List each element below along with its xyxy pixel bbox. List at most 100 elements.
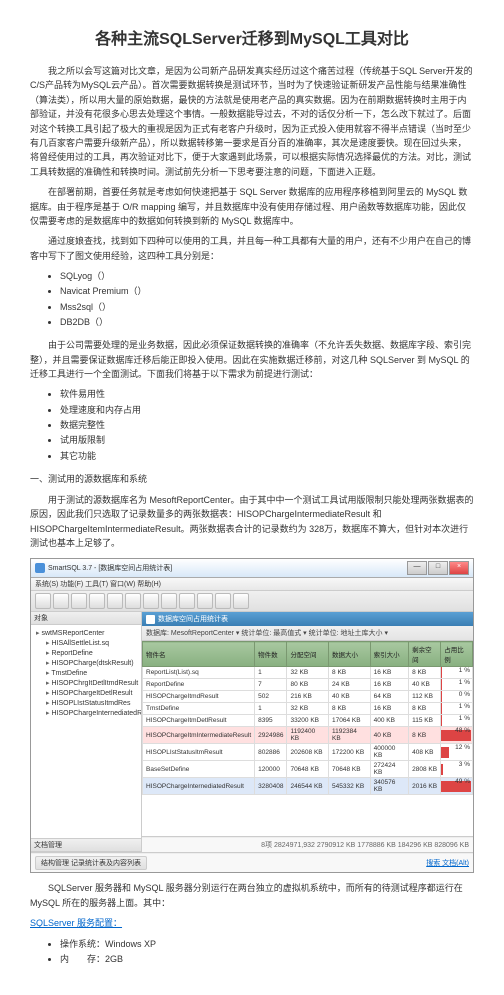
tree-item[interactable]: ReportDefine [34, 648, 138, 658]
list-item: 内 存：2GB [60, 952, 474, 967]
table-cell: 120000 [255, 761, 287, 778]
table-cell: 70648 KB [287, 761, 329, 778]
table-cell: HISOPChargeItmdResult [143, 691, 255, 703]
list-item: SQLyog（） [60, 269, 474, 284]
tree-item[interactable]: HISAllSettleList.sq [34, 638, 138, 648]
table-cell: 8 KB [409, 727, 441, 744]
search-link[interactable]: 搜索 文档(Alt) [426, 858, 469, 868]
table-cell: 2924986 [255, 727, 287, 744]
table-row[interactable]: ReportDefine780 KB24 KB16 KB40 KB1 % [143, 679, 473, 691]
column-header[interactable]: 物件数 [255, 642, 287, 667]
toolbar [31, 591, 473, 612]
table-cell: 502 [255, 691, 287, 703]
toolbar-button[interactable] [35, 593, 51, 609]
paragraph: 由于公司需要处理的是业务数据，因此必须保证数据转换的准确率（不允许丢失数据、数据… [30, 338, 474, 381]
config-heading: SQLServer 服务配置： [30, 916, 474, 930]
column-header[interactable]: 物件名 [143, 642, 255, 667]
table-row[interactable]: BaseSetDefine12000070648 KB70648 KB27242… [143, 761, 473, 778]
table-cell: ReportDefine [143, 679, 255, 691]
config-list: 操作系统：Windows XP内 存：2GB [60, 937, 474, 968]
tree-item[interactable]: HISOPCharge(dtskResult) [34, 658, 138, 668]
column-header[interactable]: 数据大小 [329, 642, 371, 667]
table-row[interactable]: ReportList(List).sq132 KB8 KB16 KB8 KB1 … [143, 667, 473, 679]
table-cell: 8 KB [409, 703, 441, 715]
table-cell: 8 KB [329, 667, 371, 679]
table-row[interactable]: HISOPChargeItmdResult502216 KB40 KB64 KB… [143, 691, 473, 703]
table-cell: 1192384 KB [329, 727, 371, 744]
table-cell: 1 [255, 703, 287, 715]
column-header[interactable]: 索引大小 [370, 642, 408, 667]
toolbar-button[interactable] [197, 593, 213, 609]
minimize-button[interactable]: — [407, 561, 427, 575]
paragraph: 在部署前期，首要任务就是考虑如何快速把基于 SQL Server 数据库的应用程… [30, 185, 474, 228]
list-item: 软件易用性 [60, 387, 474, 402]
table-cell: 1 % [441, 715, 473, 727]
tree-item[interactable]: HISOPChargeInternediatedResult [34, 708, 138, 718]
table-cell: 246544 KB [287, 778, 329, 795]
table-cell: HISOPChargeItmDetlResult [143, 715, 255, 727]
table-cell: 400 KB [370, 715, 408, 727]
tree-item[interactable]: TmstDefine [34, 668, 138, 678]
tree-item[interactable]: HISOPChrgItDetlItmdResult [34, 678, 138, 688]
table-cell: HISOPLIstStatusItmResult [143, 744, 255, 761]
table-cell: 24 KB [329, 679, 371, 691]
table-cell: 32 KB [287, 703, 329, 715]
table-cell: 202608 KB [287, 744, 329, 761]
column-header[interactable]: 剩余空间 [409, 642, 441, 667]
active-tab[interactable]: 数据库空间占用统计表 [158, 614, 228, 624]
toolbar-button[interactable] [125, 593, 141, 609]
table-row[interactable]: HISOPChargeInternediatedResult3280408246… [143, 778, 473, 795]
toolbar-button[interactable] [107, 593, 123, 609]
toolbar-button[interactable] [71, 593, 87, 609]
table-row[interactable]: HISOPLIstStatusItmResult802886202608 KB1… [143, 744, 473, 761]
status-button[interactable]: 结构管理 记录统计表及内容列表 [35, 856, 147, 870]
paragraph: 通过度娘查找，找到如下四种可以使用的工具，并且每一种工具都有大量的用户，还有不少… [30, 234, 474, 263]
table-cell: 0 % [441, 691, 473, 703]
table-cell: 49 % [441, 778, 473, 795]
table-row[interactable]: HISOPChargeItmIntermediateResult29249861… [143, 727, 473, 744]
table-cell: 80 KB [287, 679, 329, 691]
table-cell: 400000 KB [370, 744, 408, 761]
maximize-button[interactable]: □ [428, 561, 448, 575]
table-cell: 216 KB [287, 691, 329, 703]
list-item: 操作系统：Windows XP [60, 937, 474, 952]
table-cell: 2808 KB [409, 761, 441, 778]
paragraph: 我之所以会写这篇对比文章，是因为公司新产品研发真实经历过这个痛苦过程（传统基于S… [30, 64, 474, 179]
table-cell: 16 KB [370, 667, 408, 679]
object-tree[interactable]: swtMSReportCenter HISAllSettleList.sqRep… [31, 625, 141, 838]
close-button[interactable]: × [449, 561, 469, 575]
table-cell: 1 % [441, 667, 473, 679]
toolbar-button[interactable] [161, 593, 177, 609]
toolbar-button[interactable] [233, 593, 249, 609]
data-grid[interactable]: 物件名物件数分配空间数据大小索引大小剩余空间占用比例 ReportList(Li… [142, 641, 473, 836]
tree-item[interactable]: HISOPLIstStatusItmdRes [34, 698, 138, 708]
toolbar-button[interactable] [179, 593, 195, 609]
filter-toolbar[interactable]: 数据库: MesoftReportCenter ▾ 统计单位: 最高值式 ▾ 统… [142, 626, 473, 641]
table-cell: 1192400 KB [287, 727, 329, 744]
toolbar-button[interactable] [215, 593, 231, 609]
table-cell: 3 % [441, 761, 473, 778]
table-cell: 7 [255, 679, 287, 691]
config-link[interactable]: SQLServer 服务配置： [30, 918, 122, 928]
menu-bar[interactable]: 系统(S) 功能(F) 工具(T) 窗口(W) 帮助(H) [31, 578, 473, 591]
table-cell: 32 KB [287, 667, 329, 679]
table-cell: 40 KB [409, 679, 441, 691]
table-cell: 1 % [441, 703, 473, 715]
table-row[interactable]: HISOPChargeItmDetlResult839533200 KB1706… [143, 715, 473, 727]
list-item: Mss2sql（） [60, 300, 474, 315]
table-cell: BaseSetDefine [143, 761, 255, 778]
table-cell: 40 KB [370, 727, 408, 744]
column-header[interactable]: 分配空间 [287, 642, 329, 667]
table-cell: 64 KB [370, 691, 408, 703]
app-icon [35, 563, 45, 573]
tree-item[interactable]: HISOPChargeItDetlResult [34, 688, 138, 698]
toolbar-button[interactable] [143, 593, 159, 609]
tree-root[interactable]: swtMSReportCenter [34, 628, 138, 638]
list-item: 处理速度和内存占用 [60, 403, 474, 418]
column-header[interactable]: 占用比例 [441, 642, 473, 667]
list-item: 试用版限制 [60, 433, 474, 448]
table-cell: 1 [255, 667, 287, 679]
toolbar-button[interactable] [89, 593, 105, 609]
toolbar-button[interactable] [53, 593, 69, 609]
table-row[interactable]: TmstDefine132 KB8 KB16 KB8 KB1 % [143, 703, 473, 715]
